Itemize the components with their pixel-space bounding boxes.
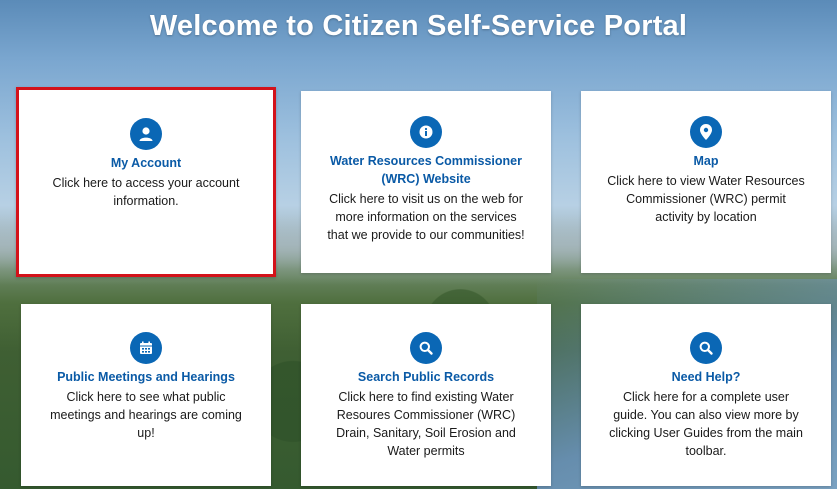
card-description: Click here to visit us on the web for mo…: [327, 192, 525, 242]
card-title: Need Help?: [671, 370, 741, 384]
card-title: Map: [693, 154, 719, 168]
search-icon: [410, 332, 442, 364]
card-title: Public Meetings and Hearings: [57, 370, 235, 384]
user-icon: [130, 118, 162, 150]
card-description: Click here to see what public meetings a…: [50, 390, 242, 440]
card-description: Click here to find existing Water Resour…: [336, 390, 516, 458]
need-help-card[interactable]: Need Help? Click here for a complete use…: [581, 304, 831, 486]
info-icon: [410, 116, 442, 148]
my-account-card[interactable]: My Account Click here to access your acc…: [16, 87, 276, 277]
search-icon: [690, 332, 722, 364]
page-title: Welcome to Citizen Self-Service Portal: [149, 10, 688, 42]
map-card[interactable]: Map Click here to view Water Resources C…: [581, 91, 831, 273]
public-meetings-card[interactable]: Public Meetings and Hearings Click here …: [21, 304, 271, 486]
search-public-records-card[interactable]: Search Public Records Click here to find…: [301, 304, 551, 486]
calendar-icon: [130, 332, 162, 364]
card-title: My Account: [110, 156, 182, 170]
wrc-website-card[interactable]: Water Resources Commissioner (WRC) Websi…: [301, 91, 551, 273]
card-description: Click here for a complete user guide. Yo…: [609, 390, 803, 458]
card-title: Water Resources Commissioner (WRC) Websi…: [330, 154, 522, 186]
map-pin-icon: [690, 116, 722, 148]
card-description: Click here to view Water Resources Commi…: [607, 174, 805, 224]
card-description: Click here to access your account inform…: [52, 176, 240, 208]
card-title: Search Public Records: [357, 370, 495, 384]
